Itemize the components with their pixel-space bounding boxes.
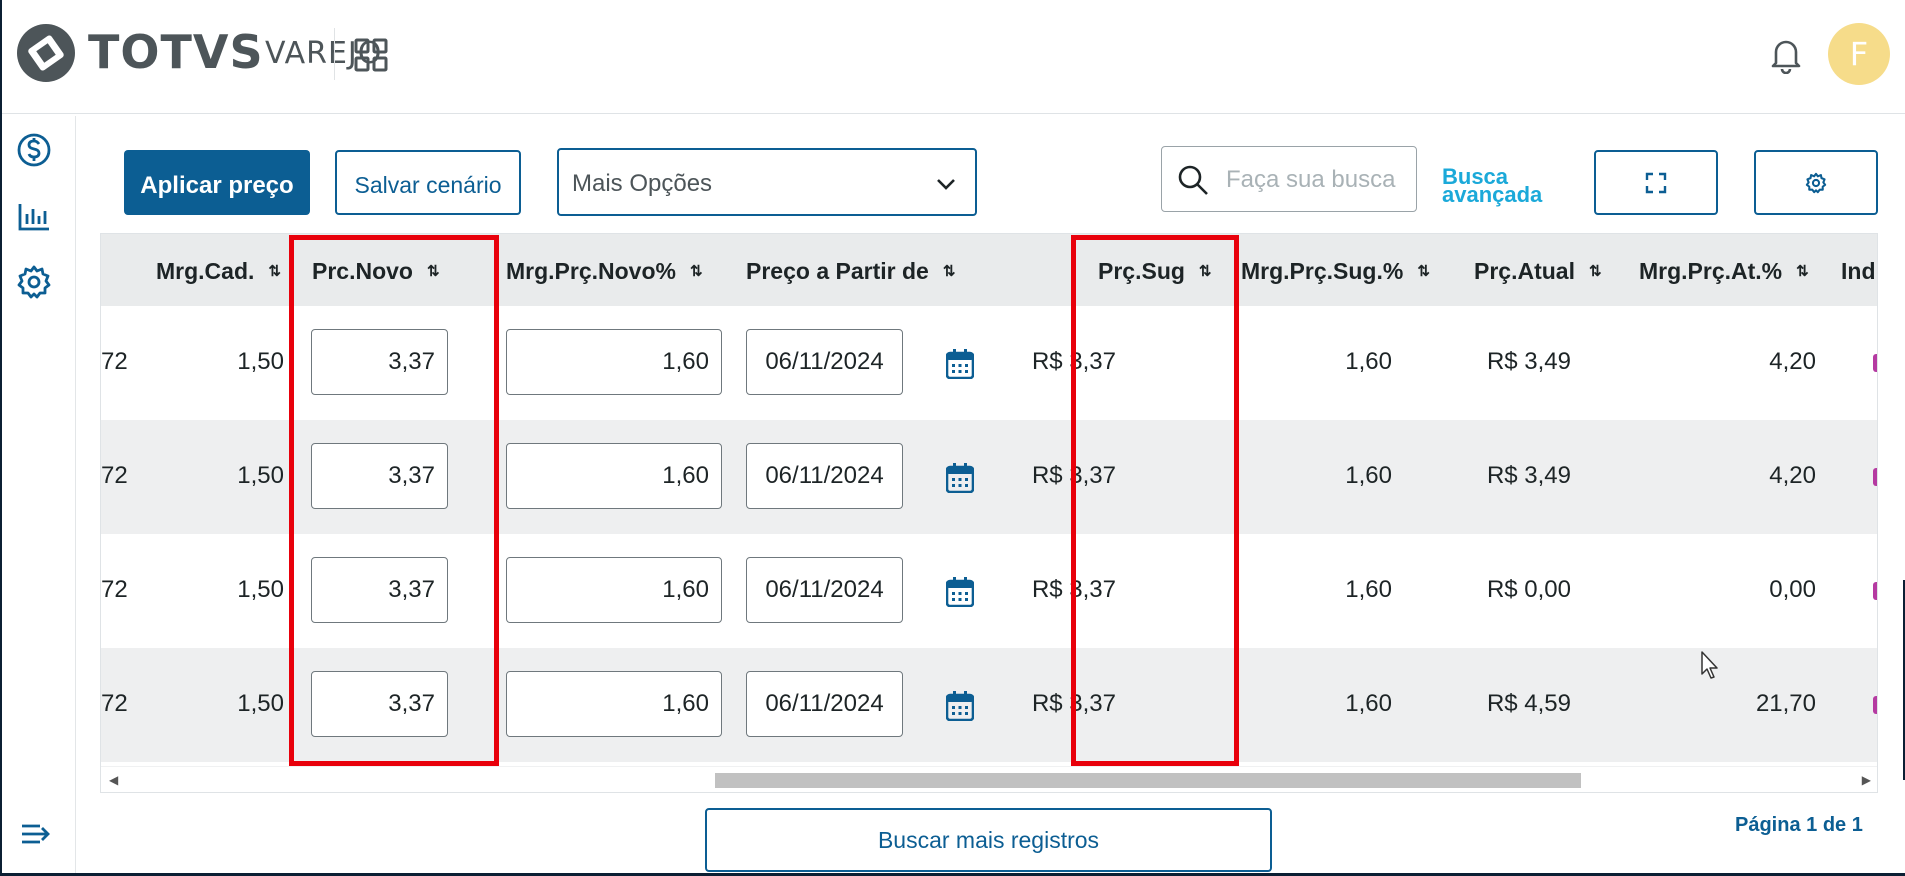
horizontal-scrollbar[interactable]: ◀ ▶: [101, 766, 1877, 792]
col-header-prc-atual[interactable]: Prç.Atual ⇅: [1474, 258, 1602, 285]
date-input[interactable]: 06/11/2024: [746, 329, 903, 395]
scrollbar-thumb[interactable]: [715, 773, 1581, 788]
advanced-search-link[interactable]: Busca avançada: [1442, 166, 1562, 206]
cell-partial: 72: [101, 576, 128, 603]
date-input[interactable]: 06/11/2024: [746, 557, 903, 623]
mrg-prc-novo-input[interactable]: 1,60: [506, 443, 722, 509]
sort-icon[interactable]: ⇅: [1417, 262, 1430, 280]
apply-price-button[interactable]: Aplicar preço: [124, 150, 310, 215]
calendar-icon[interactable]: [946, 691, 974, 721]
apps-grid-icon[interactable]: [354, 38, 388, 72]
fetch-more-records-button[interactable]: Buscar mais registros: [705, 808, 1272, 872]
mrg-prc-novo-input[interactable]: 1,60: [506, 557, 722, 623]
col-header-ind[interactable]: Ind.: [1841, 258, 1877, 285]
cell-prc-atual: R$ 3,49: [1486, 348, 1571, 375]
col-header-mrg-cad[interactable]: Mrg.Cad. ⇅: [156, 258, 281, 285]
sort-icon[interactable]: ⇅: [268, 262, 281, 280]
brand-name: TOTVS: [88, 25, 264, 79]
scroll-left-arrow-icon[interactable]: ◀: [109, 773, 118, 787]
top-header: TOTVS VAREJO F: [2, 0, 1905, 114]
indicator-badge: [1873, 582, 1877, 600]
mrg-prc-novo-input[interactable]: 1,60: [506, 671, 722, 737]
sort-icon[interactable]: ⇅: [1796, 262, 1809, 280]
save-scenario-button[interactable]: Salvar cenário: [335, 150, 521, 215]
indicator-badge: [1873, 354, 1877, 372]
highlight-box-prc-novo: [289, 235, 499, 766]
pagination-info: Página 1 de 1: [1735, 814, 1863, 836]
cell-mrg-prc-at: 4,20: [1769, 348, 1816, 375]
user-avatar[interactable]: F: [1828, 23, 1890, 85]
cell-prc-atual: R$ 3,49: [1486, 462, 1571, 489]
cell-mrg-prc-sug: 1,60: [1345, 576, 1392, 603]
calendar-icon[interactable]: [946, 349, 974, 379]
search-input[interactable]: [1226, 163, 1402, 197]
cell-partial: 72: [101, 462, 128, 489]
fullscreen-icon: [1645, 172, 1667, 193]
calendar-icon[interactable]: [946, 463, 974, 493]
cell-mrg-cad: 1,50: [237, 690, 284, 717]
cell-mrg-prc-sug: 1,60: [1345, 690, 1392, 717]
cell-mrg-cad: 1,50: [237, 348, 284, 375]
calendar-icon[interactable]: [946, 577, 974, 607]
notification-bell-icon[interactable]: [1768, 36, 1804, 74]
app-window: TOTVS VAREJO F Aplicar preço Salvar cená…: [0, 0, 1905, 876]
side-navigation: [2, 116, 76, 873]
search-icon: [1178, 165, 1208, 195]
cell-prc-atual: R$ 0,00: [1486, 576, 1571, 603]
chart-icon[interactable]: [16, 198, 52, 234]
totvs-logo-icon: [17, 24, 75, 82]
cell-mrg-prc-at: 4,20: [1769, 462, 1816, 489]
cell-partial: 72: [101, 348, 128, 375]
mouse-cursor-icon: [1701, 651, 1718, 679]
sort-icon[interactable]: ⇅: [690, 262, 703, 280]
cell-mrg-prc-sug: 1,60: [1345, 348, 1392, 375]
cell-mrg-prc-sug: 1,60: [1345, 462, 1392, 489]
gear-icon[interactable]: [16, 264, 52, 300]
fullscreen-button[interactable]: [1594, 150, 1718, 215]
col-header-preco-a-partir[interactable]: Preço a Partir de ⇅: [746, 258, 955, 285]
indicator-badge: [1873, 696, 1877, 714]
chevron-down-icon: [937, 179, 955, 190]
scroll-right-arrow-icon[interactable]: ▶: [1862, 773, 1871, 787]
gear-icon: [1805, 172, 1827, 193]
more-options-value: Mais Opções: [572, 170, 713, 197]
col-header-mrg-prc-sug[interactable]: Mrg.Prç.Sug.% ⇅: [1241, 258, 1430, 285]
date-input[interactable]: 06/11/2024: [746, 443, 903, 509]
highlight-box-prc-sug: [1071, 235, 1239, 766]
dollar-icon[interactable]: [16, 132, 52, 168]
col-header-mrg-prc-at[interactable]: Mrg.Prç.At.% ⇅: [1639, 258, 1809, 285]
settings-button[interactable]: [1754, 150, 1878, 215]
cell-mrg-cad: 1,50: [237, 462, 284, 489]
collapse-menu-icon[interactable]: [18, 816, 54, 852]
cell-mrg-prc-at: 21,70: [1755, 690, 1816, 717]
cell-prc-atual: R$ 4,59: [1486, 690, 1571, 717]
sort-icon[interactable]: ⇅: [1589, 262, 1602, 280]
header-divider: [334, 28, 335, 80]
more-options-select[interactable]: Mais Opções: [557, 148, 977, 216]
sort-icon[interactable]: ⇅: [943, 262, 956, 280]
indicator-badge: [1873, 468, 1877, 486]
mrg-prc-novo-input[interactable]: 1,60: [506, 329, 722, 395]
col-header-mrg-prc-novo[interactable]: Mrg.Prç.Novo% ⇅: [506, 258, 703, 285]
cell-mrg-prc-at: 0,00: [1769, 576, 1816, 603]
cell-mrg-cad: 1,50: [237, 576, 284, 603]
search-box: [1161, 146, 1417, 212]
date-input[interactable]: 06/11/2024: [746, 671, 903, 737]
cell-partial: 72: [101, 690, 128, 717]
